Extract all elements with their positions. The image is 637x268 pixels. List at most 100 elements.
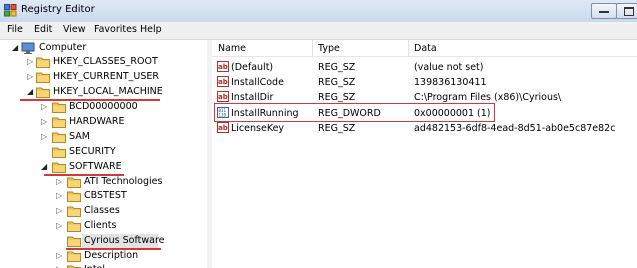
value-name: (Default) <box>231 62 274 73</box>
column-header-name[interactable]: Name <box>212 40 313 56</box>
value-row[interactable]: ab (Default) REG_SZ (value not set) <box>212 60 637 75</box>
value-data: C:\Program Files (x86)\Cyrious\ <box>414 92 562 103</box>
folder-icon <box>67 221 81 232</box>
folder-icon <box>52 147 66 158</box>
expand-arrow-icon[interactable]: ▷ <box>56 178 64 186</box>
tree-node[interactable]: ▷Intel <box>0 262 207 268</box>
header-divider <box>212 56 637 57</box>
folder-icon <box>52 162 66 173</box>
tree-node[interactable]: ▷ HKEY_CURRENT_USER <box>0 69 207 85</box>
tree-node-label: SECURITY <box>69 146 116 157</box>
annotation-box <box>214 103 495 122</box>
maximize-icon <box>624 7 634 16</box>
value-type: REG_SZ <box>318 77 356 88</box>
folder-icon <box>67 251 81 262</box>
computer-icon <box>21 42 35 54</box>
tree-node-label: BCD00000000 <box>69 101 138 112</box>
expand-arrow-icon[interactable]: ▷ <box>56 192 64 200</box>
tree-node-label: HKEY_LOCAL_MACHINE <box>53 86 163 97</box>
value-row[interactable]: ab InstallCode REG_SZ 139836130411 <box>212 75 637 90</box>
window-title: Registry Editor <box>21 4 95 15</box>
value-type: REG_SZ <box>318 123 356 134</box>
folder-icon <box>52 132 66 143</box>
tree-node[interactable]: ▷ BCD00000000 <box>0 99 207 115</box>
collapse-arrow-icon[interactable]: ◢ <box>27 88 35 96</box>
folder-icon <box>67 265 81 268</box>
collapse-arrow-icon[interactable]: ◢ <box>41 163 49 171</box>
expand-arrow-icon[interactable]: ▷ <box>27 58 35 66</box>
menu-view[interactable]: View <box>63 24 86 35</box>
menu-bar: File Edit View Favorites Help <box>0 22 637 40</box>
value-row[interactable]: ab LicenseKey REG_SZ ad482153-6df8-4ead-8d5… <box>212 121 637 136</box>
menu-edit[interactable]: Edit <box>34 24 52 35</box>
expand-arrow-icon[interactable]: ▷ <box>41 103 49 111</box>
menu-file[interactable]: File <box>7 24 23 35</box>
tree-node[interactable]: ▷ HARDWARE <box>0 114 207 130</box>
tree-node-label: HARDWARE <box>69 116 125 127</box>
menu-favorites[interactable]: Favorites <box>94 24 137 35</box>
tree-node-label: Cyrious Software <box>84 235 165 246</box>
value-data: 139836130411 <box>414 77 487 88</box>
folder-icon <box>52 102 66 113</box>
value-name: InstallDir <box>231 92 274 103</box>
tree-node-label: SAM <box>69 131 90 142</box>
expand-arrow-icon[interactable]: ▷ <box>41 133 49 141</box>
minimize-button[interactable] <box>591 3 617 19</box>
tree-node-label: HKEY_CURRENT_USER <box>53 71 159 82</box>
collapse-arrow-icon[interactable]: ◢ <box>12 44 20 52</box>
string-value-icon: ab <box>217 122 229 133</box>
maximize-button[interactable] <box>616 3 637 19</box>
folder-icon <box>52 117 66 128</box>
tree-node[interactable]: ▷ SAM <box>0 129 207 145</box>
string-value-icon: ab <box>217 61 229 72</box>
tree-node[interactable]: ▷ CBSTEST <box>0 188 207 204</box>
tree-node-label: Classes <box>84 205 120 216</box>
tree-node[interactable]: ▷ HKEY_CLASSES_ROOT <box>0 54 207 70</box>
tree-node[interactable]: ◢ SOFTWARE <box>0 159 207 176</box>
registry-tree[interactable]: ◢ Computer ▷ HKEY_CLASSES_ROOT ▷ HKEY_CURRENT… <box>0 40 208 268</box>
folder-icon <box>36 57 50 68</box>
folder-icon <box>67 177 81 188</box>
expand-arrow-icon[interactable]: ▷ <box>56 252 64 260</box>
tree-node[interactable]: SECURITY <box>0 144 207 160</box>
tree-node-label: ATI Technologies <box>84 176 163 187</box>
svg-text:ab: ab <box>218 93 228 101</box>
value-data: (value not set) <box>414 62 484 73</box>
tree-node[interactable]: ▷ Clients <box>0 218 207 234</box>
tree-node[interactable]: Cyrious Software <box>0 233 207 250</box>
string-value-icon: ab <box>217 91 229 102</box>
registry-editor-icon <box>4 4 17 17</box>
minimize-icon <box>599 11 609 13</box>
column-header-data[interactable]: Data <box>408 40 637 56</box>
svg-text:ab: ab <box>218 63 228 71</box>
string-value-icon: ab <box>217 76 229 87</box>
folder-icon <box>36 72 50 83</box>
menu-help[interactable]: Help <box>140 24 162 35</box>
svg-text:ab: ab <box>218 124 228 132</box>
expand-arrow-icon[interactable]: ▷ <box>41 118 49 126</box>
tree-node-label: Description <box>84 250 139 261</box>
expand-arrow-icon[interactable]: ▷ <box>56 222 64 230</box>
tree-node-label: Intel <box>84 264 105 268</box>
folder-icon <box>67 206 81 217</box>
tree-node-label: Computer <box>39 42 87 53</box>
value-name: InstallCode <box>231 77 284 88</box>
tree-node-label: CBSTEST <box>84 190 127 201</box>
value-type: REG_SZ <box>318 62 356 73</box>
value-name: LicenseKey <box>231 123 285 134</box>
title-bar: Registry Editor <box>0 0 637 22</box>
values-list[interactable]: Name Type Data ab (Default) REG_SZ (value n… <box>212 40 637 268</box>
column-header-type[interactable]: Type <box>312 40 409 56</box>
tree-node-label: HKEY_CLASSES_ROOT <box>53 56 158 67</box>
tree-node-label: SOFTWARE <box>69 161 122 172</box>
folder-icon <box>67 236 81 247</box>
value-type: REG_SZ <box>318 92 356 103</box>
expand-arrow-icon[interactable]: ▷ <box>27 73 35 81</box>
tree-node-label: Clients <box>84 220 117 231</box>
svg-text:ab: ab <box>218 78 228 86</box>
value-data: ad482153-6df8-4ead-8d51-ab0e5c87e82c <box>414 123 616 134</box>
expand-arrow-icon[interactable]: ▷ <box>56 207 64 215</box>
tree-node[interactable]: ▷ Classes <box>0 203 207 219</box>
folder-icon <box>36 87 50 98</box>
tree-node[interactable]: ◢ HKEY_LOCAL_MACHINE <box>0 84 207 101</box>
